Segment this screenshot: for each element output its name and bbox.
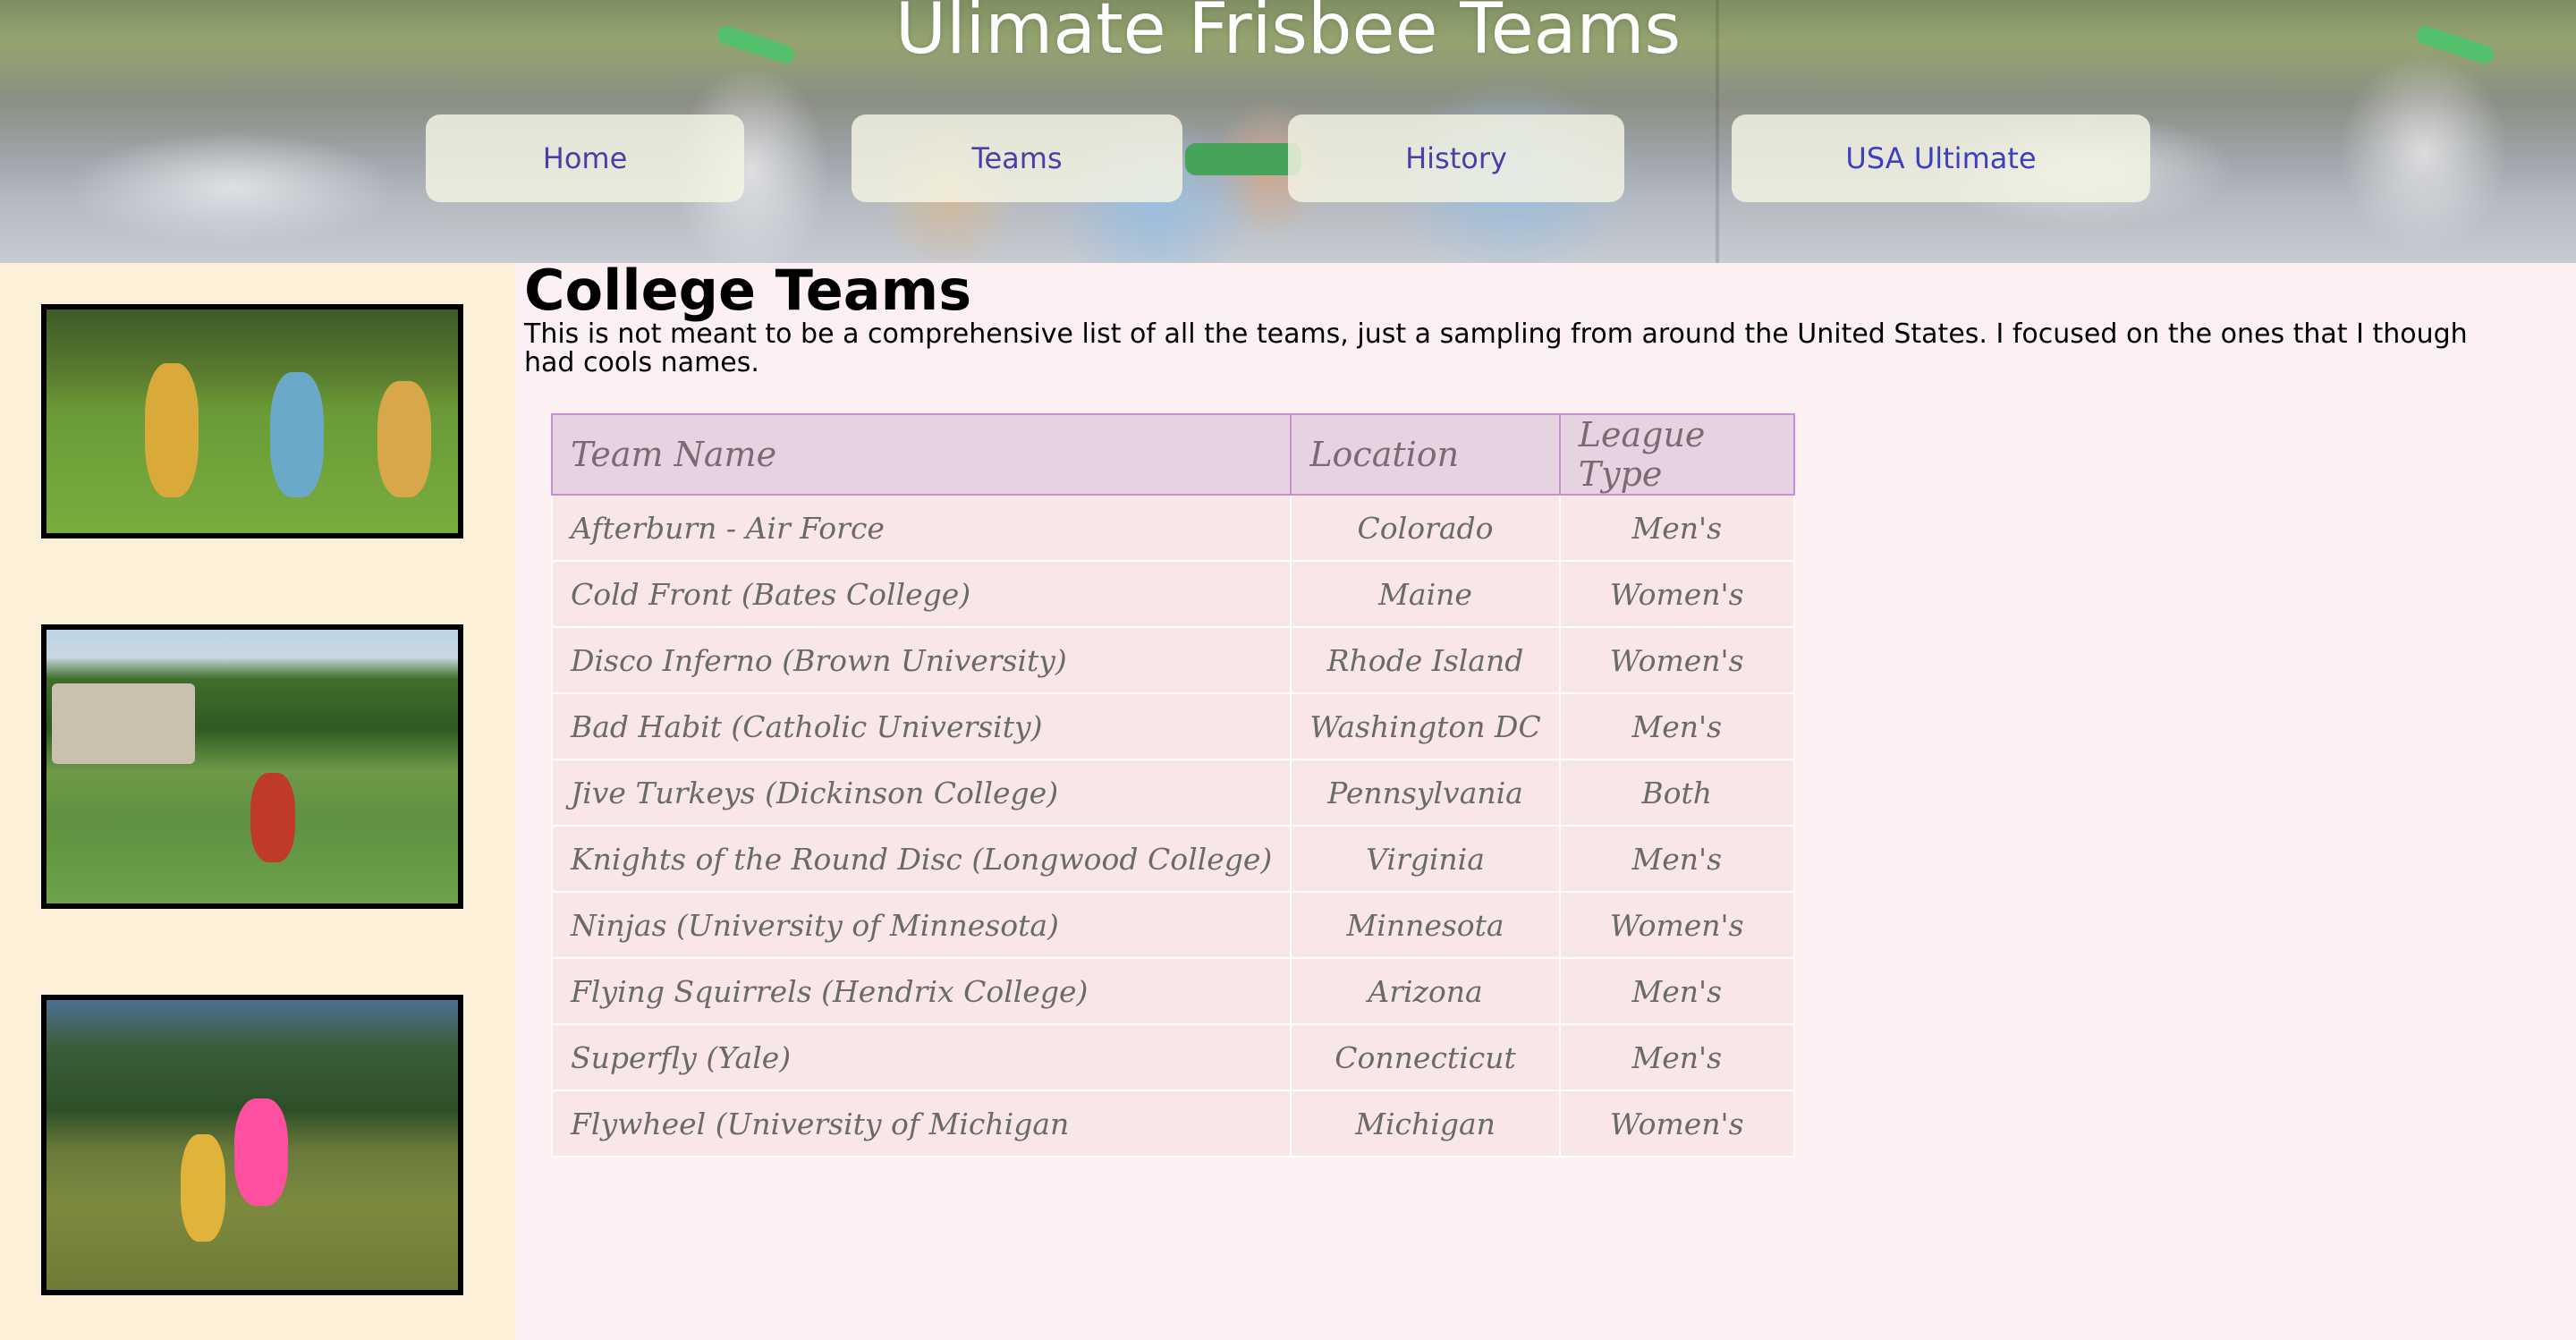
column-header-team-name: Team Name <box>550 413 1292 496</box>
nav-usa-ultimate-button[interactable]: USA Ultimate <box>1732 114 2150 202</box>
league-type-cell: Men's <box>1558 1023 1795 1091</box>
frisbee-photo-2 <box>41 624 463 909</box>
team-name-cell: Disco Inferno (Brown University) <box>550 626 1292 694</box>
location-cell: Rhode Island <box>1290 626 1561 694</box>
league-type-cell: Women's <box>1558 560 1795 628</box>
team-name-cell: Flywheel (University of Michigan <box>550 1090 1292 1158</box>
table-row: Flywheel (University of Michigan Michiga… <box>550 1090 1795 1158</box>
league-type-cell: Both <box>1558 759 1795 827</box>
column-header-location: Location <box>1290 413 1561 496</box>
header-photo-detail <box>1185 143 1301 175</box>
location-cell: Pennsylvania <box>1290 759 1561 827</box>
team-name-cell: Jive Turkeys (Dickinson College) <box>550 759 1292 827</box>
league-type-cell: Men's <box>1558 494 1795 562</box>
team-name-cell: Flying Squirrels (Hendrix College) <box>550 957 1292 1025</box>
location-cell: Washington DC <box>1290 692 1561 760</box>
team-name-cell: Afterburn - Air Force <box>550 494 1292 562</box>
intro-paragraph: This is not meant to be a comprehensive … <box>524 318 2468 378</box>
frisbee-photo-1 <box>41 304 463 539</box>
team-name-cell: Bad Habit (Catholic University) <box>550 692 1292 760</box>
league-type-cell: Women's <box>1558 891 1795 959</box>
page-title: College Teams <box>524 258 972 323</box>
league-type-cell: Men's <box>1558 825 1795 893</box>
site-title: Ulimate Frisbee Teams <box>894 0 1682 70</box>
location-cell: Virginia <box>1290 825 1561 893</box>
nav-teams-button[interactable]: Teams <box>852 114 1182 202</box>
location-cell: Colorado <box>1290 494 1561 562</box>
location-cell: Arizona <box>1290 957 1561 1025</box>
table-row: Cold Front (Bates College) Maine Women's <box>550 560 1795 628</box>
team-name-cell: Superfly (Yale) <box>550 1023 1292 1091</box>
location-cell: Maine <box>1290 560 1561 628</box>
table-header-row: Team Name Location League Type <box>550 413 1795 496</box>
league-type-cell: Women's <box>1558 626 1795 694</box>
column-header-league-type: League Type <box>1558 413 1795 496</box>
sidebar <box>0 263 515 1340</box>
nav-history-button[interactable]: History <box>1288 114 1624 202</box>
team-name-cell: Knights of the Round Disc (Longwood Coll… <box>550 825 1292 893</box>
table-row: Bad Habit (Catholic University) Washingt… <box>550 692 1795 760</box>
table-row: Ninjas (University of Minnesota) Minneso… <box>550 891 1795 959</box>
teams-table: Team Name Location League Type Afterburn… <box>550 413 1795 1158</box>
team-name-cell: Cold Front (Bates College) <box>550 560 1292 628</box>
location-cell: Michigan <box>1290 1090 1561 1158</box>
league-type-cell: Men's <box>1558 957 1795 1025</box>
table-row: Disco Inferno (Brown University) Rhode I… <box>550 626 1795 694</box>
table-row: Knights of the Round Disc (Longwood Coll… <box>550 825 1795 893</box>
table-row: Flying Squirrels (Hendrix College) Arizo… <box>550 957 1795 1025</box>
table-row: Afterburn - Air Force Colorado Men's <box>550 494 1795 562</box>
header-banner: Ulimate Frisbee Teams Home Teams History… <box>0 0 2576 263</box>
table-row: Superfly (Yale) Connecticut Men's <box>550 1023 1795 1091</box>
frisbee-photo-3 <box>41 995 463 1295</box>
nav-home-button[interactable]: Home <box>426 114 744 202</box>
table-row: Jive Turkeys (Dickinson College) Pennsyl… <box>550 759 1795 827</box>
location-cell: Connecticut <box>1290 1023 1561 1091</box>
team-name-cell: Ninjas (University of Minnesota) <box>550 891 1292 959</box>
location-cell: Minnesota <box>1290 891 1561 959</box>
league-type-cell: Men's <box>1558 692 1795 760</box>
league-type-cell: Women's <box>1558 1090 1795 1158</box>
